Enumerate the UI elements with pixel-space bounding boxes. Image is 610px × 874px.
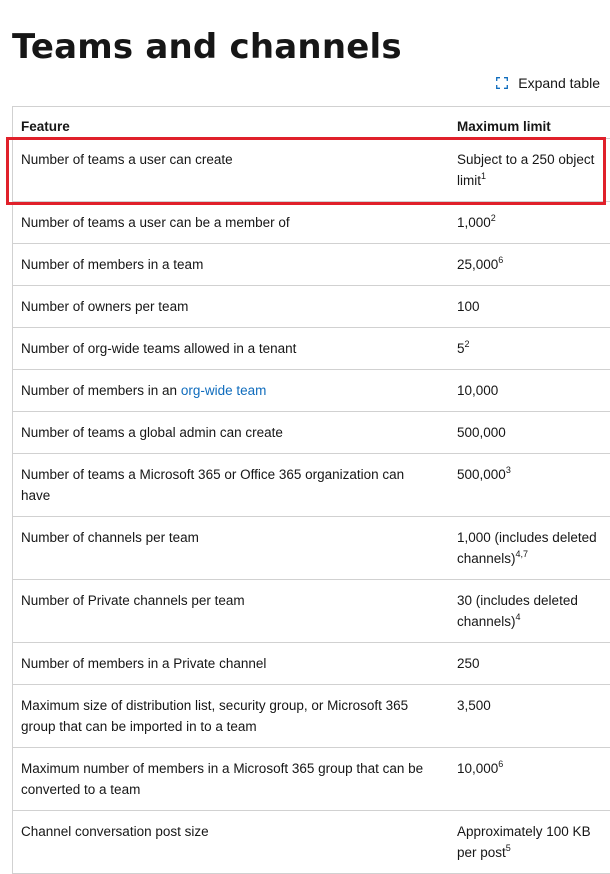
limits-table: Feature Maximum limit Number of teams a … [12,106,610,874]
table-row: Maximum size of distribution list, secur… [13,685,610,748]
table-row: Number of members in an org-wide team 10… [13,370,610,412]
feature-cell: Channel conversation post size [13,811,434,874]
column-header-maximum-limit: Maximum limit [433,107,610,139]
table-row: Maximum number of members in a Microsoft… [13,748,610,811]
footnote-marker: 4 [516,612,521,622]
limit-cell: 500,0003 [433,454,610,517]
footnote-marker: 5 [506,843,511,853]
table-row: Number of teams a user can be a member o… [13,202,610,244]
org-wide-team-link[interactable]: org-wide team [181,383,267,398]
expand-table-label: Expand table [518,75,600,91]
footnote-marker: 6 [498,255,503,265]
table-row: Number of members in a Private channel 2… [13,643,610,685]
table-row: Number of owners per team 100 [13,286,610,328]
feature-cell: Maximum number of members in a Microsoft… [13,748,434,811]
feature-cell: Number of teams a user can be a member o… [13,202,434,244]
limit-cell: Subject to a 250 object limit1 [433,139,610,202]
table-row: Number of Private channels per team 30 (… [13,580,610,643]
column-header-feature: Feature [13,107,434,139]
feature-cell: Number of teams a user can create [13,139,434,202]
feature-cell: Number of teams a global admin can creat… [13,412,434,454]
limit-cell: 250 [433,643,610,685]
table-row: Number of teams a Microsoft 365 or Offic… [13,454,610,517]
table-row: Channel conversation post size Approxima… [13,811,610,874]
footnote-marker: 4,7 [516,549,529,559]
footnote-marker: 2 [465,339,470,349]
feature-cell: Number of owners per team [13,286,434,328]
limit-cell: 500,000 [433,412,610,454]
page-title: Teams and channels [12,25,402,69]
table-row: Number of members in a team 25,0006 [13,244,610,286]
table-row: Number of channels per team 1,000 (inclu… [13,517,610,580]
table-header-row: Feature Maximum limit [13,107,610,139]
feature-cell: Number of org-wide teams allowed in a te… [13,328,434,370]
footnote-marker: 3 [506,465,511,475]
expand-table-button[interactable]: Expand table [496,72,600,94]
limit-cell: 1,000 (includes deleted channels)4,7 [433,517,610,580]
limit-cell: 30 (includes deleted channels)4 [433,580,610,643]
feature-cell: Number of teams a Microsoft 365 or Offic… [13,454,434,517]
feature-cell: Number of Private channels per team [13,580,434,643]
limit-cell: 10,0006 [433,748,610,811]
footnote-marker: 6 [498,759,503,769]
footnote-marker: 2 [491,213,496,223]
feature-cell: Number of members in a team [13,244,434,286]
feature-cell: Maximum size of distribution list, secur… [13,685,434,748]
table-row: Number of teams a user can create Subjec… [13,139,610,202]
limit-cell: Approximately 100 KB per post5 [433,811,610,874]
footnote-marker: 1 [481,171,486,181]
table-row: Number of teams a global admin can creat… [13,412,610,454]
table-row: Number of org-wide teams allowed in a te… [13,328,610,370]
limit-cell: 1,0002 [433,202,610,244]
feature-cell: Number of members in an org-wide team [13,370,434,412]
feature-cell: Number of channels per team [13,517,434,580]
limit-cell: 25,0006 [433,244,610,286]
limit-cell: 3,500 [433,685,610,748]
limit-cell: 10,000 [433,370,610,412]
limit-cell: 100 [433,286,610,328]
limit-cell: 52 [433,328,610,370]
expand-icon [496,77,508,89]
feature-cell: Number of members in a Private channel [13,643,434,685]
